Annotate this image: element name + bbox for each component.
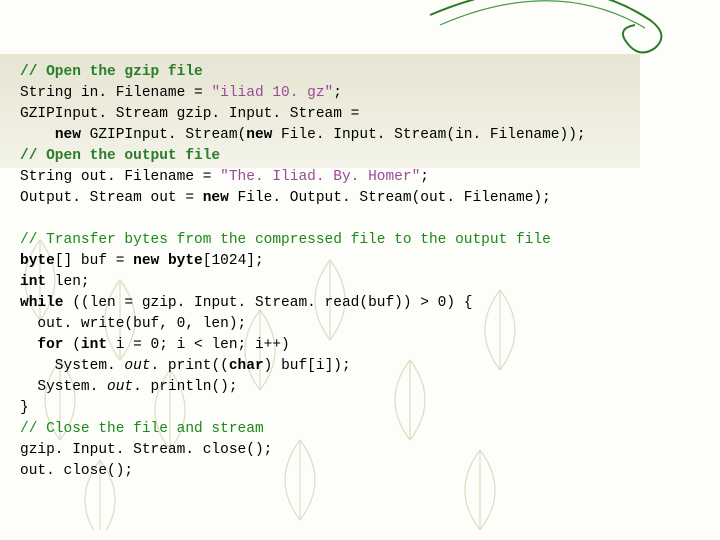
code-text: ((len = gzip. Input. Stream. read(buf)) …: [64, 295, 473, 311]
code-text: ) buf[i]);: [264, 358, 351, 374]
code-text: System.: [20, 358, 124, 374]
code-line: out. write(buf, 0, len);: [20, 316, 246, 332]
code-text: ;: [420, 169, 429, 185]
code-text: File. Input. Stream(in. Filename));: [272, 127, 585, 143]
code-comment: // Transfer bytes from the compressed fi…: [20, 232, 551, 248]
code-text: System.: [20, 379, 107, 395]
code-string: "The. Iliad. By. Homer": [220, 169, 420, 185]
code-text: GZIPInput. Stream(: [81, 127, 246, 143]
code-comment: // Open the gzip file: [20, 64, 203, 80]
code-keyword: byte: [20, 253, 55, 269]
code-text: len;: [46, 274, 90, 290]
code-text: . print((: [151, 358, 229, 374]
code-keyword: new: [246, 127, 272, 143]
code-keyword: int: [81, 337, 107, 353]
code-string: "iliad 10. gz": [211, 85, 333, 101]
code-line: GZIPInput. Stream gzip. Input. Stream =: [20, 106, 359, 122]
code-text: ;: [333, 85, 342, 101]
code-line: gzip. Input. Stream. close();: [20, 442, 272, 458]
code-keyword: new byte: [133, 253, 203, 269]
code-keyword: for: [37, 337, 63, 353]
code-line: Output. Stream out =: [20, 190, 203, 206]
code-text: [] buf =: [55, 253, 133, 269]
code-text: . println();: [133, 379, 237, 395]
code-comment: // Close the file and stream: [20, 421, 264, 437]
code-indent: [20, 337, 37, 353]
code-keyword: int: [20, 274, 46, 290]
code-line: out. close();: [20, 463, 133, 479]
code-line: String in. Filename =: [20, 85, 211, 101]
code-blank: [20, 211, 29, 227]
code-block: // Open the gzip file String in. Filenam…: [0, 0, 720, 502]
code-indent: [20, 127, 55, 143]
code-line: String out. Filename =: [20, 169, 220, 185]
code-keyword: while: [20, 295, 64, 311]
code-field: out: [124, 358, 150, 374]
code-text: (: [64, 337, 81, 353]
code-field: out: [107, 379, 133, 395]
code-keyword: new: [55, 127, 81, 143]
code-keyword: new: [203, 190, 229, 206]
code-line: }: [20, 400, 29, 416]
code-text: [1024];: [203, 253, 264, 269]
code-text: File. Output. Stream(out. Filename);: [229, 190, 551, 206]
code-comment: // Open the output file: [20, 148, 220, 164]
code-text: i = 0; i < len; i++): [107, 337, 290, 353]
code-keyword: char: [229, 358, 264, 374]
